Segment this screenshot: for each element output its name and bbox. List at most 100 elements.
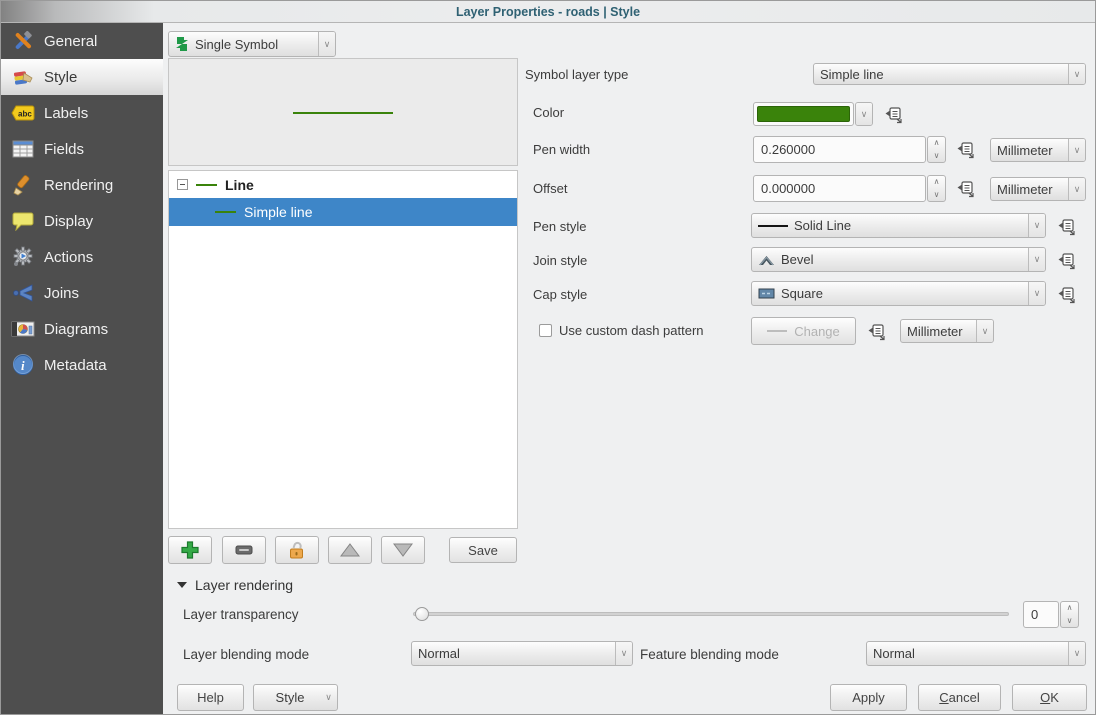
- chevron-down-icon: ∨: [976, 320, 993, 342]
- dash-unit-value: Millimeter: [907, 324, 963, 339]
- sidebar-item-actions[interactable]: Actions: [1, 239, 163, 275]
- lock-icon-button[interactable]: [275, 536, 319, 564]
- tree-item-label: Line: [225, 177, 254, 193]
- symbol-layer-tree: Line Simple line: [168, 170, 518, 529]
- apply-button[interactable]: Apply: [830, 684, 907, 711]
- sidebar-item-rendering[interactable]: Rendering: [1, 167, 163, 203]
- color-dropdown-button[interactable]: ∨: [855, 102, 873, 126]
- sidebar-item-metadata[interactable]: i Metadata: [1, 347, 163, 383]
- pen-style-select[interactable]: Solid Line ∨: [751, 213, 1046, 238]
- symbol-layer-type-value: Simple line: [820, 67, 884, 82]
- remove-symbol-layer-button[interactable]: [222, 536, 266, 564]
- line-symbol-icon: [196, 184, 217, 186]
- data-defined-override-icon[interactable]: [883, 105, 904, 124]
- chevron-down-icon: ∨: [1068, 642, 1085, 665]
- join-style-select[interactable]: Bevel ∨: [751, 247, 1046, 272]
- data-defined-override-icon[interactable]: [955, 140, 976, 159]
- dash-pattern-unit-select[interactable]: Millimeter ∨: [900, 319, 994, 343]
- color-button[interactable]: [753, 102, 854, 126]
- simple-line-symbol-icon: [215, 211, 236, 213]
- layer-blending-select[interactable]: Normal ∨: [411, 641, 633, 666]
- collapse-expander-icon[interactable]: [177, 179, 188, 190]
- layer-rendering-header[interactable]: Layer rendering: [177, 577, 293, 593]
- speech-bubble-icon: [11, 209, 35, 233]
- style-menu-button[interactable]: Style ∨: [253, 684, 338, 711]
- pen-width-spinner[interactable]: ∧∨: [927, 136, 946, 163]
- style-page: Single Symbol ∨ Line Simple line: [163, 23, 1095, 714]
- offset-value: 0.000000: [761, 181, 815, 196]
- cancel-button[interactable]: Cancel: [918, 684, 1001, 711]
- save-button-label: Save: [468, 543, 498, 558]
- join-style-label: Join style: [533, 253, 587, 268]
- renderer-value: Single Symbol: [195, 37, 278, 52]
- help-button[interactable]: Help: [177, 684, 244, 711]
- sidebar-item-label: Style: [44, 69, 77, 86]
- tree-item-label: Simple line: [244, 204, 312, 220]
- offset-spinner[interactable]: ∧∨: [927, 175, 946, 202]
- pen-width-input[interactable]: 0.260000: [753, 136, 926, 163]
- apply-button-label: Apply: [852, 690, 885, 705]
- change-dash-pattern-button[interactable]: Change: [751, 317, 856, 345]
- sidebar-item-label: Rendering: [44, 177, 113, 194]
- sidebar-item-fields[interactable]: Fields: [1, 131, 163, 167]
- plus-icon: [180, 540, 200, 560]
- pen-width-label: Pen width: [533, 142, 590, 157]
- data-defined-override-icon[interactable]: [1056, 217, 1077, 236]
- chevron-down-icon: ∨: [320, 685, 337, 710]
- solid-line-icon: [758, 225, 788, 227]
- titlebar[interactable]: Layer Properties - roads | Style: [1, 1, 1095, 23]
- cap-style-select[interactable]: Square ∨: [751, 281, 1046, 306]
- chevron-down-icon: ∨: [1028, 248, 1045, 271]
- renderer-select[interactable]: Single Symbol ∨: [168, 31, 336, 57]
- move-layer-down-button[interactable]: [381, 536, 425, 564]
- tools-icon: [11, 29, 35, 53]
- abc-label-icon: abc: [11, 101, 35, 125]
- brush-icon: [11, 173, 35, 197]
- sidebar-item-label: Labels: [44, 105, 88, 122]
- feature-blending-select[interactable]: Normal ∨: [866, 641, 1086, 666]
- ok-button-label: OK: [1040, 690, 1059, 705]
- sidebar-item-label: Fields: [44, 141, 84, 158]
- square-cap-icon: [758, 288, 775, 299]
- sidebar-item-diagrams[interactable]: Diagrams: [1, 311, 163, 347]
- symbol-preview-line: [293, 112, 393, 114]
- tree-item-line[interactable]: Line: [169, 171, 517, 198]
- offset-unit-select[interactable]: Millimeter ∨: [990, 177, 1086, 201]
- sidebar-item-joins[interactable]: Joins: [1, 275, 163, 311]
- pen-style-value: Solid Line: [794, 218, 851, 233]
- tree-item-simple-line[interactable]: Simple line: [169, 198, 517, 226]
- save-symbol-button[interactable]: Save: [449, 537, 517, 563]
- pen-width-unit-select[interactable]: Millimeter ∨: [990, 138, 1086, 162]
- data-defined-override-icon[interactable]: [1056, 285, 1077, 304]
- data-defined-override-icon[interactable]: [955, 179, 976, 198]
- chevron-down-icon: ∨: [1028, 214, 1045, 237]
- transparency-value-input[interactable]: 0: [1023, 601, 1059, 628]
- cap-style-value: Square: [781, 286, 823, 301]
- move-layer-up-button[interactable]: [328, 536, 372, 564]
- data-defined-override-icon[interactable]: [866, 322, 887, 341]
- minus-icon: [235, 545, 253, 555]
- sidebar-item-style[interactable]: Style: [1, 59, 163, 95]
- sidebar-item-general[interactable]: General: [1, 23, 163, 59]
- use-custom-dash-checkbox[interactable]: [539, 324, 552, 337]
- feature-blending-label: Feature blending mode: [640, 647, 779, 662]
- sidebar-item-display[interactable]: Display: [1, 203, 163, 239]
- slider-handle[interactable]: [415, 607, 429, 621]
- collapse-arrow-icon: [177, 582, 187, 588]
- symbol-layer-type-select[interactable]: Simple line ∨: [813, 63, 1086, 85]
- add-symbol-layer-button[interactable]: [168, 536, 212, 564]
- transparency-slider[interactable]: [413, 607, 1009, 621]
- chevron-down-icon: ∨: [318, 32, 335, 56]
- data-defined-override-icon[interactable]: [1056, 251, 1077, 270]
- transparency-spinner[interactable]: ∧∨: [1060, 601, 1079, 628]
- help-button-label: Help: [197, 690, 224, 705]
- dash-icon: [767, 330, 787, 332]
- ok-button[interactable]: OK: [1012, 684, 1087, 711]
- paintbrush-icon: [11, 65, 35, 89]
- join-style-value: Bevel: [781, 252, 814, 267]
- chevron-down-icon: ∨: [615, 642, 632, 665]
- offset-input[interactable]: 0.000000: [753, 175, 926, 202]
- table-icon: [11, 137, 35, 161]
- sidebar-item-label: Joins: [44, 285, 79, 302]
- sidebar-item-labels[interactable]: abc Labels: [1, 95, 163, 131]
